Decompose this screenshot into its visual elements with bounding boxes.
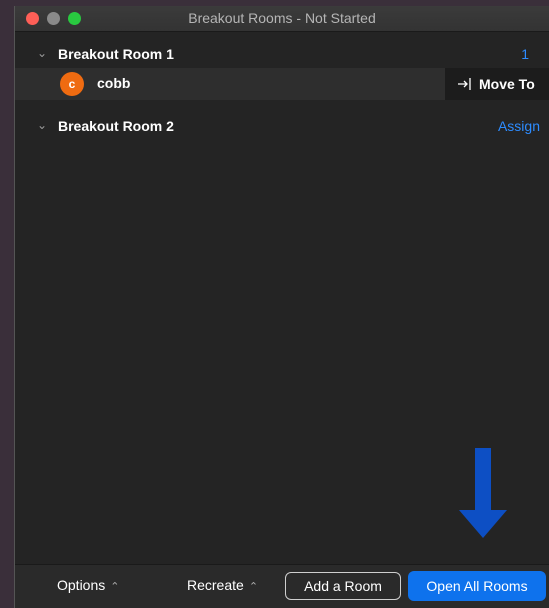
move-to-label: Move To: [479, 76, 535, 92]
participant-row: c cobb Move To: [15, 68, 549, 100]
move-to-button[interactable]: Move To: [445, 68, 549, 100]
participant-count: 1: [521, 46, 529, 62]
room-name: Breakout Room 2: [58, 118, 174, 134]
arrow-down-icon: [459, 448, 507, 538]
recreate-label: Recreate: [187, 577, 244, 593]
chevron-down-icon[interactable]: ⌄: [37, 118, 47, 132]
move-to-icon: [458, 78, 471, 90]
recreate-button[interactable]: Recreate ⌃: [187, 577, 258, 593]
room-row-breakout-room-1[interactable]: ⌄ Breakout Room 1 1: [15, 40, 549, 68]
avatar: c: [60, 72, 84, 96]
chevron-up-icon: ⌃: [110, 581, 120, 593]
window-title: Breakout Rooms - Not Started: [188, 10, 376, 26]
participant-name: cobb: [97, 75, 131, 91]
add-room-button[interactable]: Add a Room: [285, 572, 401, 600]
chevron-up-icon: ⌃: [248, 581, 259, 593]
title-bar: Breakout Rooms - Not Started: [15, 6, 549, 32]
chevron-down-icon[interactable]: ⌄: [37, 46, 47, 60]
footer-bar: Options ⌃ Recreate ⌃ Add a Room Open All R…: [15, 564, 549, 608]
options-button[interactable]: Options ⌃: [57, 577, 119, 593]
open-all-rooms-button[interactable]: Open All Rooms: [408, 571, 546, 601]
assign-button[interactable]: Assign: [498, 118, 540, 134]
breakout-rooms-window: Breakout Rooms - Not Started ⌄ Breakout …: [14, 6, 549, 608]
room-name: Breakout Room 1: [58, 46, 174, 62]
room-row-breakout-room-2[interactable]: ⌄ Breakout Room 2 Assign: [15, 112, 549, 140]
options-label: Options: [57, 577, 106, 593]
